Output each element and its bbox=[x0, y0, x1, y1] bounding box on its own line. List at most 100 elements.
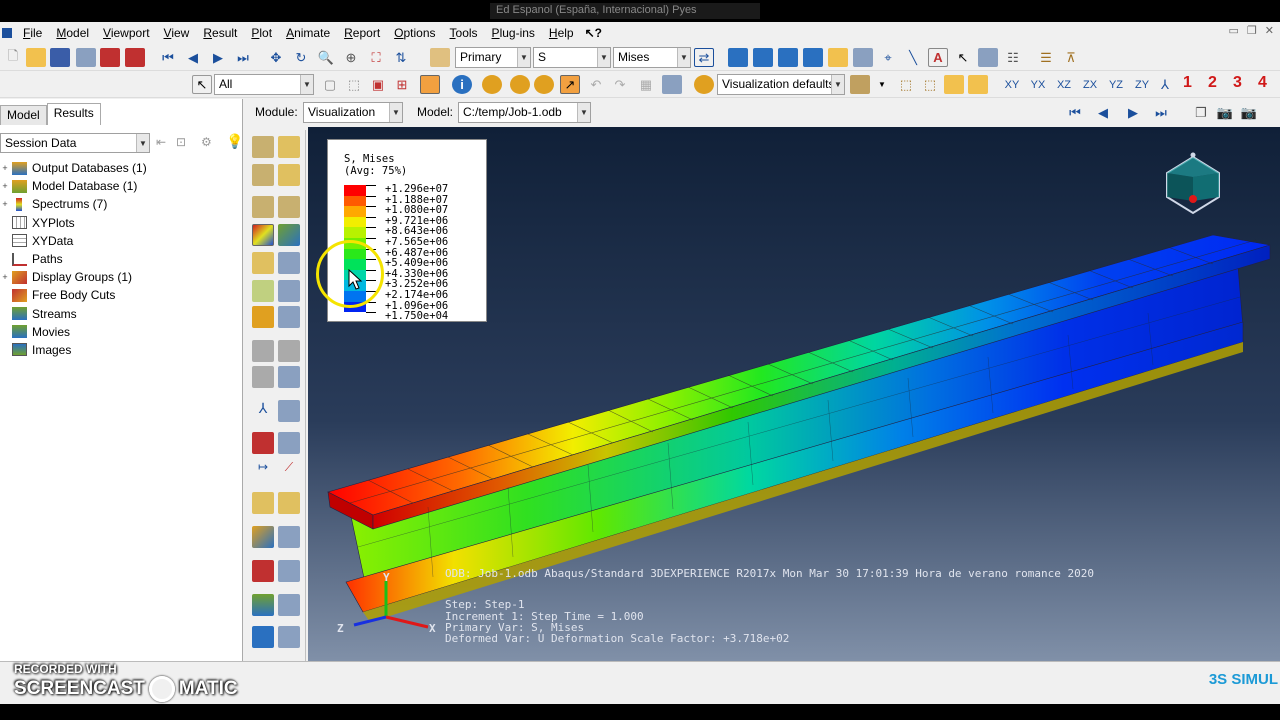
context-help-icon[interactable]: ↖? bbox=[585, 26, 602, 40]
symbol-plot-icon[interactable] bbox=[252, 196, 274, 218]
tree-settings-icon[interactable]: ⚙ bbox=[201, 135, 212, 149]
select-box-icon[interactable]: ▢ bbox=[320, 75, 340, 94]
menu-plugins[interactable]: Plug-ins bbox=[485, 23, 542, 43]
cycle-views-icon[interactable]: ⇅ bbox=[391, 48, 411, 67]
module-combo[interactable]: Visualization ▼ bbox=[303, 102, 403, 123]
last-frame-icon[interactable]: ⏭ bbox=[233, 48, 253, 67]
stream-tool-icon[interactable] bbox=[252, 594, 274, 616]
plot-contours-icon[interactable] bbox=[252, 164, 274, 186]
axis-yx-icon[interactable]: YX bbox=[1028, 75, 1048, 94]
invariant-combo[interactable]: Mises ▼ bbox=[613, 47, 691, 68]
step-2-button[interactable]: 2 bbox=[1208, 74, 1217, 92]
menu-help[interactable]: Help bbox=[542, 23, 581, 43]
xy-data-icon[interactable] bbox=[252, 432, 274, 454]
superimpose-options-icon[interactable] bbox=[278, 306, 300, 328]
shaded-icon[interactable] bbox=[968, 75, 988, 94]
viewcut-icon[interactable] bbox=[252, 252, 274, 274]
menu-view[interactable]: View bbox=[157, 23, 197, 43]
tree-filter-icon[interactable]: ⇤ bbox=[156, 135, 166, 149]
path-options-icon[interactable] bbox=[278, 280, 300, 302]
animate-options-icon[interactable] bbox=[278, 366, 300, 388]
expand-icon[interactable]: + bbox=[0, 163, 10, 173]
stream-manager-icon[interactable] bbox=[278, 594, 300, 616]
view-iso-icon[interactable] bbox=[828, 48, 848, 67]
previous-frame-icon[interactable]: ◀ bbox=[183, 48, 203, 67]
next-frame-icon[interactable]: ▶ bbox=[1123, 103, 1143, 122]
first-frame-icon[interactable]: ⏮ bbox=[1065, 103, 1085, 122]
select-partition-icon[interactable]: ⊞ bbox=[392, 75, 412, 94]
rotate-icon[interactable]: ↻ bbox=[291, 48, 311, 67]
section-tool-icon[interactable] bbox=[252, 626, 274, 648]
axis-zy-icon[interactable]: ZY bbox=[1132, 75, 1152, 94]
auto-fit-icon[interactable]: ⛶ bbox=[366, 48, 386, 67]
render-icon[interactable] bbox=[420, 75, 440, 94]
filled-icon[interactable] bbox=[944, 75, 964, 94]
tree-item-display-groups[interactable]: + Display Groups (1) bbox=[0, 268, 242, 286]
tree-item-movies[interactable]: Movies bbox=[0, 323, 242, 341]
render-style-icon[interactable] bbox=[850, 75, 870, 94]
pan-icon[interactable]: ✥ bbox=[266, 48, 286, 67]
path-plot-icon[interactable] bbox=[252, 280, 274, 302]
tree-item-xyplots[interactable]: XYPlots bbox=[0, 214, 242, 232]
common-options-icon[interactable] bbox=[252, 306, 274, 328]
view-side-icon[interactable] bbox=[803, 48, 823, 67]
select-region-red-icon[interactable]: ▣ bbox=[368, 75, 388, 94]
axis-xz-icon[interactable]: XZ bbox=[1054, 75, 1074, 94]
xy-manager-icon[interactable] bbox=[278, 400, 300, 422]
axis-yz-icon[interactable]: YZ bbox=[1106, 75, 1126, 94]
app-menu-icon[interactable] bbox=[2, 28, 12, 38]
axis-xy-icon[interactable]: XY bbox=[1002, 75, 1022, 94]
step-4-button[interactable]: 4 bbox=[1258, 74, 1267, 92]
table-options-icon[interactable] bbox=[662, 75, 682, 94]
query-icon[interactable] bbox=[853, 48, 873, 67]
tree-item-spectrums[interactable]: + Spectrums (7) bbox=[0, 195, 242, 213]
xy-options-icon[interactable] bbox=[278, 432, 300, 454]
frame-copy-icon[interactable]: ❐ bbox=[1191, 103, 1211, 122]
wireframe-icon[interactable]: ⬚ bbox=[896, 75, 916, 94]
menu-tools[interactable]: Tools bbox=[443, 23, 485, 43]
magnify-icon[interactable]: 🔍 bbox=[316, 48, 336, 67]
animate-harmonic-icon[interactable] bbox=[252, 366, 274, 388]
visualization-defaults-combo[interactable]: Visualization defaults ▼ bbox=[717, 74, 845, 95]
scaffold-icon[interactable]: ⊼ bbox=[1061, 48, 1081, 67]
menu-result[interactable]: Result bbox=[196, 23, 244, 43]
first-frame-icon[interactable]: ⏮ bbox=[158, 48, 178, 67]
list-icon[interactable]: ☷ bbox=[1003, 48, 1023, 67]
menu-viewport[interactable]: Viewport bbox=[96, 23, 156, 43]
next-frame-icon[interactable]: ▶ bbox=[208, 48, 228, 67]
tree-item-free-body-cuts[interactable]: Free Body Cuts bbox=[0, 286, 242, 304]
ladder-icon[interactable]: ☰ bbox=[1036, 48, 1056, 67]
section-manager-icon[interactable] bbox=[278, 626, 300, 648]
free-body-options-icon[interactable] bbox=[278, 492, 300, 514]
menu-plot[interactable]: Plot bbox=[244, 23, 279, 43]
plot-xy-icon[interactable]: ⟋ bbox=[278, 460, 300, 482]
tab-results[interactable]: Results bbox=[46, 103, 101, 125]
render-style-menu-icon[interactable]: ▼ bbox=[872, 75, 892, 94]
new-file-icon[interactable]: 🗋 bbox=[3, 48, 23, 67]
variable-combo[interactable]: S ▼ bbox=[533, 47, 611, 68]
box-zoom-icon[interactable]: ⊕ bbox=[341, 48, 361, 67]
menu-animate[interactable]: Animate bbox=[279, 23, 337, 43]
contour-options-icon[interactable] bbox=[278, 224, 300, 246]
close-icon[interactable]: ✕ bbox=[1265, 24, 1274, 37]
contour-plot-icon[interactable] bbox=[252, 224, 274, 246]
view-cube[interactable] bbox=[1153, 147, 1233, 217]
query-tool-icon[interactable] bbox=[252, 526, 274, 548]
viewcut-options-icon[interactable] bbox=[278, 252, 300, 274]
export-icon[interactable] bbox=[125, 48, 145, 67]
field-output-icon[interactable] bbox=[430, 48, 450, 67]
probe-icon[interactable]: ↗ bbox=[560, 75, 580, 94]
save-icon[interactable] bbox=[50, 48, 70, 67]
print-icon[interactable] bbox=[76, 48, 96, 67]
step-3-button[interactable]: 3 bbox=[1233, 74, 1242, 92]
session-data-combo[interactable]: Session Data ▼ bbox=[0, 133, 150, 153]
primary-combo[interactable]: Primary ▼ bbox=[455, 47, 531, 68]
previous-frame-icon[interactable]: ◀ bbox=[1093, 103, 1113, 122]
import-icon[interactable] bbox=[100, 48, 120, 67]
view-top-icon[interactable] bbox=[778, 48, 798, 67]
viewport-canvas[interactable]: S, Mises (Avg: 75%) +1.296e+07 +1.188e+07… bbox=[308, 127, 1280, 661]
view-front-icon[interactable] bbox=[728, 48, 748, 67]
info-icon[interactable]: i bbox=[452, 75, 472, 94]
text-annotation-icon[interactable]: A bbox=[928, 48, 948, 67]
tree-item-model-database[interactable]: + Model Database (1) bbox=[0, 177, 242, 195]
